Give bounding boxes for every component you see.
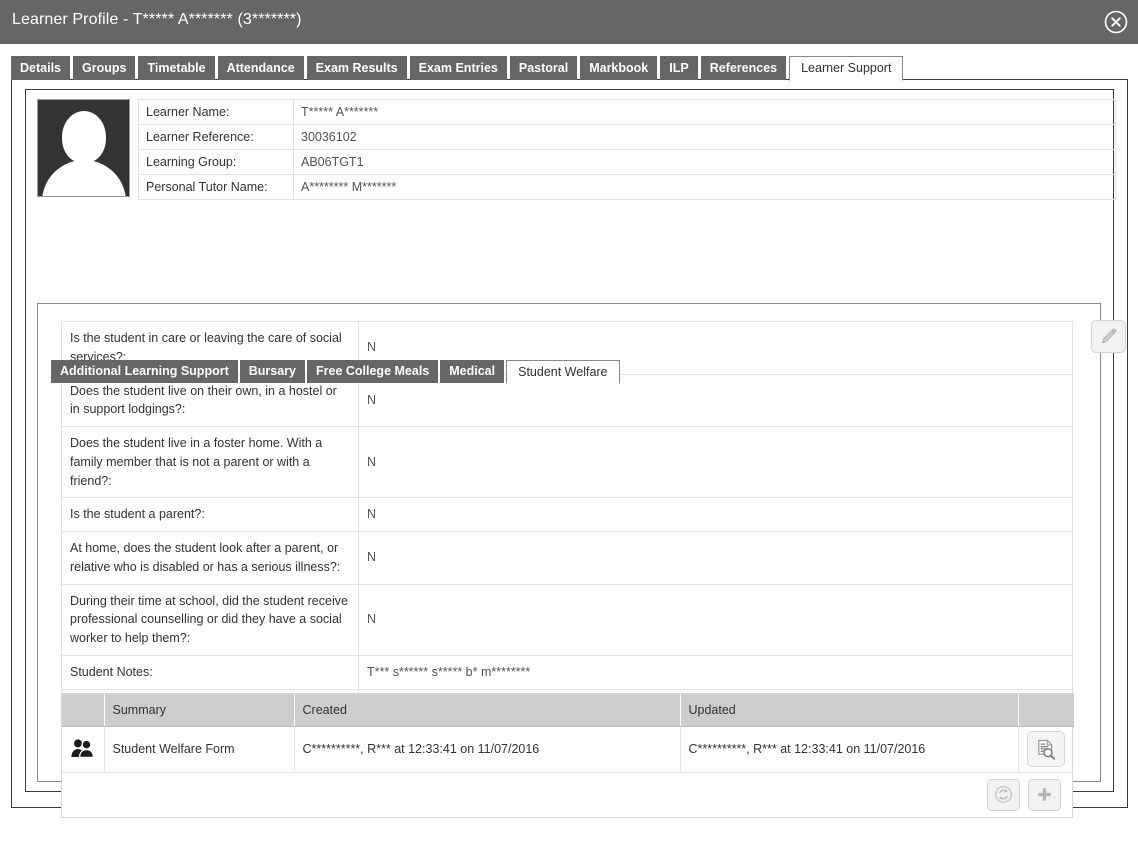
welfare-question-label: During their time at school, did the stu… [62, 584, 359, 655]
table-header-row: Summary Created Updated [62, 694, 1074, 726]
welfare-answer-value: N [359, 584, 1073, 655]
welfare-answer-value: T*** s****** s***** b* m******** [359, 655, 1073, 689]
learner-info-value: AB06TGT1 [294, 150, 1116, 175]
row-type-cell [62, 726, 104, 772]
tab-references[interactable]: References [701, 56, 786, 80]
learner-info-label: Personal Tutor Name: [139, 175, 294, 200]
close-circle-icon [1103, 9, 1129, 35]
refresh-button[interactable] [987, 779, 1020, 811]
tab-exam-results[interactable]: Exam Results [307, 56, 407, 80]
welfare-question-row: During their time at school, did the stu… [62, 584, 1073, 655]
learner-info-label: Learner Name: [139, 100, 294, 125]
tab-exam-entries[interactable]: Exam Entries [410, 56, 507, 80]
subtab-additional-learning-support[interactable]: Additional Learning Support [51, 360, 238, 383]
profile-window-frame: Learner Name:T***** A*******Learner Refe… [11, 79, 1128, 808]
row-updated: C**********, R*** at 12:33:41 on 11/07/2… [680, 726, 1018, 772]
tab-attendance[interactable]: Attendance [218, 56, 304, 80]
forms-grid-footer [62, 773, 1072, 817]
learner-info-row: Learning Group:AB06TGT1 [139, 150, 1116, 175]
welfare-question-label: Student Notes: [62, 655, 359, 689]
close-button[interactable] [1100, 6, 1132, 38]
row-action-cell [1018, 726, 1074, 772]
view-form-button[interactable] [1027, 731, 1065, 767]
row-summary: Student Welfare Form [104, 726, 294, 772]
tab-timetable[interactable]: Timetable [138, 56, 214, 80]
welfare-question-row: Is the student a parent?:N [62, 498, 1073, 532]
tab-ilp[interactable]: ILP [660, 56, 697, 80]
learner-info-row: Learner Reference:30036102 [139, 125, 1116, 150]
subtab-medical[interactable]: Medical [440, 360, 504, 383]
learner-info-value: A******** M******* [294, 175, 1116, 200]
pencil-icon [1099, 327, 1118, 346]
tab-learner-support[interactable]: Learner Support [789, 56, 903, 81]
welfare-question-row: Does the student live in a foster home. … [62, 427, 1073, 498]
person-silhouette-icon [62, 111, 106, 163]
column-header-summary[interactable]: Summary [104, 694, 294, 726]
tab-details[interactable]: Details [11, 56, 70, 80]
learner-info-table: Learner Name:T***** A*******Learner Refe… [138, 99, 1116, 200]
welfare-question-label: At home, does the student look after a p… [62, 532, 359, 585]
column-header-icon[interactable] [62, 694, 104, 726]
learner-info-label: Learning Group: [139, 150, 294, 175]
welfare-answer-value: N [359, 532, 1073, 585]
welfare-question-label: Does the student live in a foster home. … [62, 427, 359, 498]
subtab-bursary[interactable]: Bursary [240, 360, 305, 383]
welfare-answer-value: N [359, 498, 1073, 532]
refresh-icon [994, 785, 1013, 804]
plus-icon [1035, 785, 1054, 804]
tab-markbook[interactable]: Markbook [580, 56, 657, 80]
learner-info-row: Learner Name:T***** A******* [139, 100, 1116, 125]
window-titlebar: Learner Profile - T***** A******* (3****… [0, 0, 1138, 44]
welfare-question-label: Is the student a parent?: [62, 498, 359, 532]
column-header-created[interactable]: Created [294, 694, 680, 726]
avatar [37, 99, 130, 197]
column-header-updated[interactable]: Updated [680, 694, 1018, 726]
welfare-question-row: Student Notes:T*** s****** s***** b* m**… [62, 655, 1073, 689]
forms-table: Summary Created Updated Student Welfare … [62, 694, 1074, 773]
learner-info-row: Personal Tutor Name:A******** M******* [139, 175, 1116, 200]
column-header-actions[interactable] [1018, 694, 1074, 726]
main-tab-strip: DetailsGroupsTimetableAttendanceExam Res… [11, 56, 903, 80]
document-search-icon [1035, 739, 1056, 760]
tab-pastoral[interactable]: Pastoral [510, 56, 577, 80]
edit-welfare-button[interactable] [1091, 320, 1126, 353]
tab-groups[interactable]: Groups [73, 56, 135, 80]
learner-info-value: T***** A******* [294, 100, 1116, 125]
row-created: C**********, R*** at 12:33:41 on 11/07/2… [294, 726, 680, 772]
subtab-free-college-meals[interactable]: Free College Meals [307, 360, 438, 383]
subtab-student-welfare[interactable]: Student Welfare [506, 360, 619, 384]
profile-inner-panel: Learner Name:T***** A*******Learner Refe… [25, 89, 1114, 792]
add-form-button[interactable] [1028, 779, 1061, 811]
welfare-forms-grid: Summary Created Updated Student Welfare … [61, 693, 1073, 818]
support-sub-tab-strip: Additional Learning SupportBursaryFree C… [51, 360, 620, 383]
users-icon [70, 738, 96, 758]
learner-info-value: 30036102 [294, 125, 1116, 150]
window-title: Learner Profile - T***** A******* (3****… [12, 11, 302, 29]
learner-info-label: Learner Reference: [139, 125, 294, 150]
welfare-answer-value: N [359, 427, 1073, 498]
welfare-question-row: At home, does the student look after a p… [62, 532, 1073, 585]
table-row[interactable]: Student Welfare FormC**********, R*** at… [62, 726, 1074, 772]
